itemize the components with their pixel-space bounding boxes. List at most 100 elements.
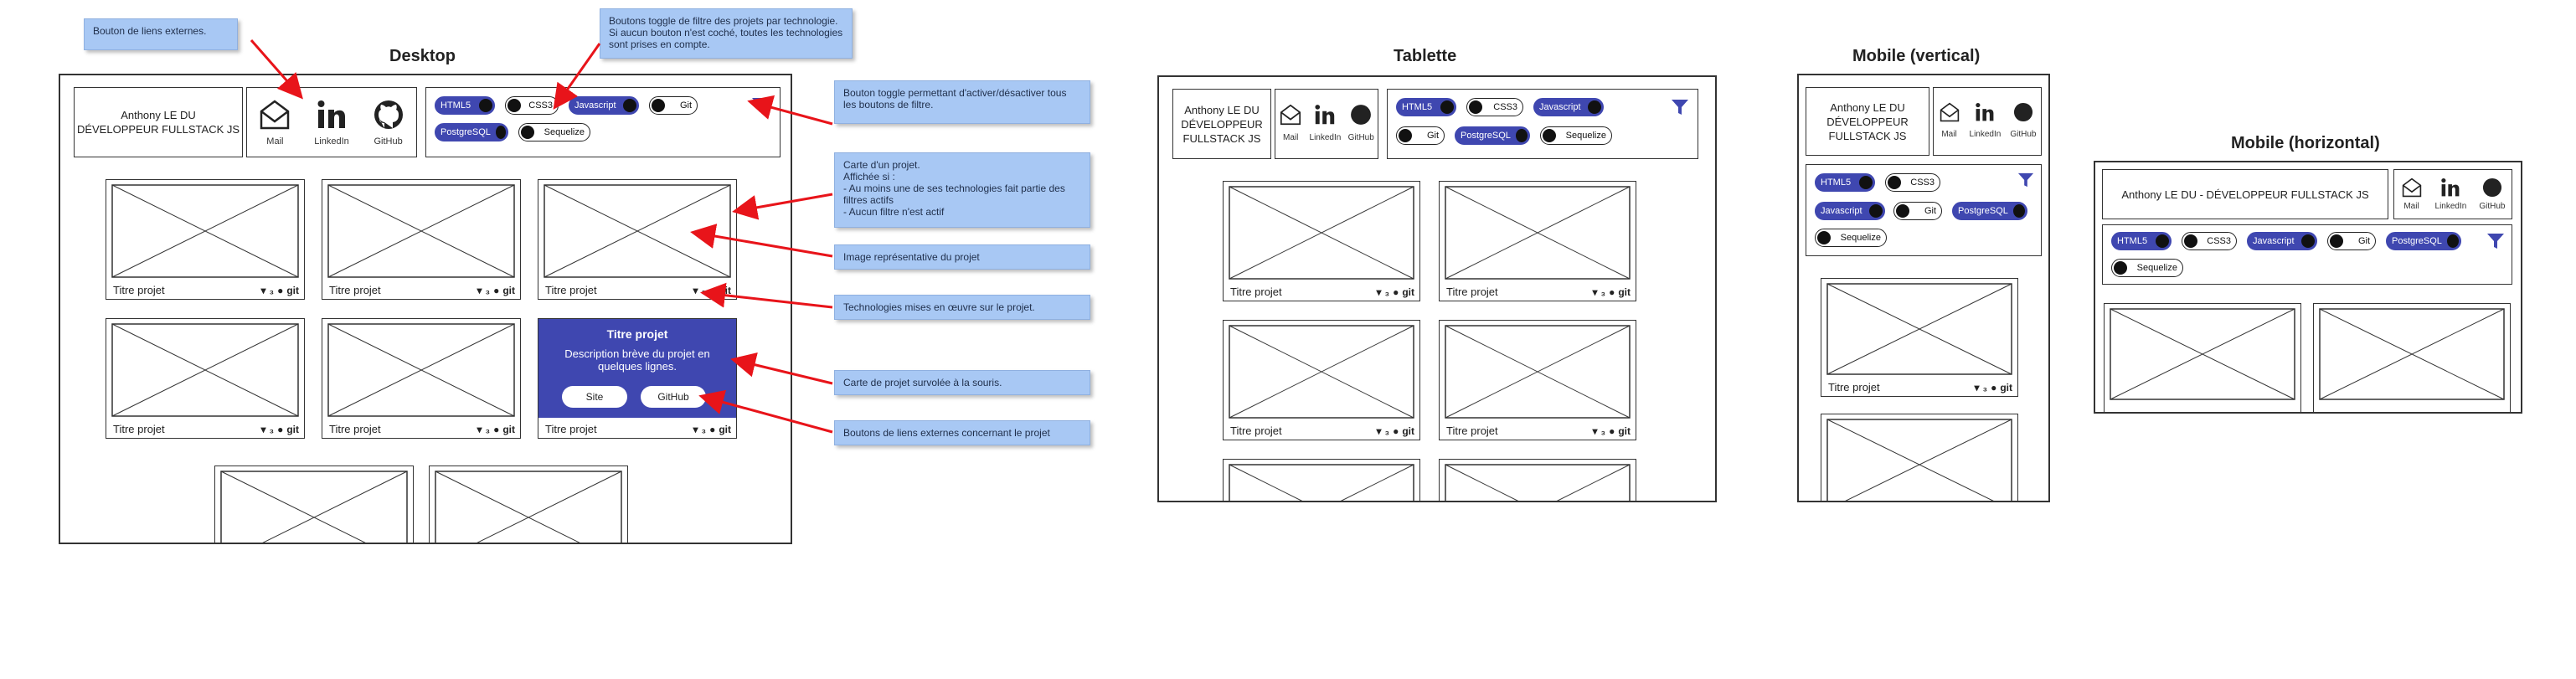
heading-tablet: Tablette <box>1394 47 1457 65</box>
filter-box: HTML5 CSS3 Javascript Git PostgreSQL Seq… <box>425 87 781 157</box>
project-card[interactable]: Titre projet ▾ ₃ ● git <box>1439 181 1636 301</box>
tech-icons: ▾ ₃ ● git <box>1376 286 1414 298</box>
filter-javascript[interactable]: Javascript <box>1533 98 1604 116</box>
note-hovered: Carte de projet survolée à la souris. <box>834 370 1090 395</box>
project-card[interactable]: Titre projet ▾ ₃ ● git <box>322 318 521 439</box>
filter-git[interactable]: Git <box>1396 126 1445 145</box>
project-title: Titre projet <box>1446 285 1498 298</box>
filter-sequelize[interactable]: Sequelize <box>518 123 590 141</box>
mail-link[interactable]: Mail <box>1279 103 1302 142</box>
project-card[interactable] <box>1821 414 2018 501</box>
github-icon: ● <box>277 285 284 296</box>
project-card[interactable]: Titre projet ▾ ₃ ● git <box>106 318 305 439</box>
mail-icon <box>260 100 290 130</box>
html5-icon: ▾ <box>1592 286 1598 298</box>
mail-icon <box>2402 177 2421 198</box>
mail-link[interactable]: Mail <box>258 98 291 147</box>
project-title: Titre projet <box>329 423 381 435</box>
project-title: Titre projet <box>113 423 165 435</box>
mail-link[interactable]: Mail <box>1939 101 1960 139</box>
github-button[interactable]: GitHub <box>641 386 706 408</box>
project-card[interactable] <box>2313 303 2511 412</box>
filter-html5[interactable]: HTML5 <box>1815 173 1875 192</box>
filter-sequelize[interactable]: Sequelize <box>2111 259 2183 277</box>
filter-postgresql[interactable]: PostgreSQL <box>435 123 508 141</box>
filter-sequelize[interactable]: Sequelize <box>1815 229 1887 247</box>
filter-postgresql[interactable]: PostgreSQL <box>1455 126 1530 145</box>
project-card[interactable] <box>429 466 628 543</box>
css3-icon: ₃ <box>701 285 707 296</box>
github-label: GitHub <box>374 136 403 147</box>
project-card[interactable]: Titre projet ▾ ₃ ● git <box>538 179 737 300</box>
project-card-hovered[interactable]: Titre projet Description brève du projet… <box>538 318 737 439</box>
filter-html5[interactable]: HTML5 <box>1396 98 1456 116</box>
filter-postgresql[interactable]: PostgreSQL <box>2386 232 2461 250</box>
project-card[interactable]: Titre projet ▾ ₃ ● git <box>1223 320 1420 440</box>
github-icon: ● <box>1991 382 1997 394</box>
project-title: Titre projet <box>545 423 597 435</box>
filter-javascript[interactable]: Javascript <box>1815 202 1885 220</box>
tech-icons: ▾ ₃ ● git <box>1592 425 1631 437</box>
project-card[interactable] <box>1223 459 1420 501</box>
project-image <box>1229 186 1414 280</box>
hover-description: Description brève du projet en quelques … <box>564 347 710 373</box>
filter-javascript[interactable]: Javascript <box>569 96 639 115</box>
github-icon <box>374 100 403 129</box>
project-card[interactable]: Titre projet ▾ ₃ ● git <box>1223 181 1420 301</box>
github-icon: ● <box>1393 286 1399 298</box>
tech-icons: ▾ ₃ ● git <box>693 285 731 296</box>
heading-mobile-vertical: Mobile (vertical) <box>1852 47 1981 65</box>
profile-box: Anthony LE DU - DÉVELOPPEUR FULLSTACK JS <box>2102 169 2388 219</box>
project-card[interactable]: Titre projet ▾ ₃ ● git <box>106 179 305 300</box>
note-external-links: Bouton de liens externes. <box>84 18 238 50</box>
project-card[interactable]: Titre projet ▾ ₃ ● git <box>322 179 521 300</box>
filter-icon[interactable] <box>2017 172 2034 188</box>
filter-css3[interactable]: CSS3 <box>2182 232 2237 250</box>
css3-icon: ₃ <box>485 424 491 435</box>
tech-icons: ▾ ₃ ● git <box>693 424 731 435</box>
filter-postgresql[interactable]: PostgreSQL <box>1952 202 2027 220</box>
profile-box: Anthony LE DU DÉVELOPPEUR FULLSTACK JS <box>74 87 243 157</box>
github-link[interactable]: GitHub <box>1348 103 1374 142</box>
filter-html5[interactable]: HTML5 <box>2111 232 2172 250</box>
project-card[interactable] <box>1439 459 1636 501</box>
git-label: git <box>1402 286 1414 298</box>
github-icon: ● <box>709 424 716 435</box>
linkedin-link[interactable]: LinkedIn <box>314 98 349 147</box>
linkedin-label: LinkedIn <box>314 136 349 147</box>
github-link[interactable]: GitHub <box>2479 177 2505 211</box>
project-card[interactable]: Titre projet ▾ ₃ ● git <box>1821 278 2018 397</box>
github-link[interactable]: GitHub <box>372 98 405 147</box>
tech-icons: ▾ ₃ ● git <box>260 424 299 435</box>
css3-icon: ₃ <box>701 424 707 435</box>
github-icon: ● <box>277 424 284 435</box>
filter-html5[interactable]: HTML5 <box>435 96 495 115</box>
github-link[interactable]: GitHub <box>2010 101 2036 139</box>
github-icon: ● <box>709 285 716 296</box>
filter-icon[interactable] <box>751 96 770 115</box>
github-icon <box>2482 177 2501 198</box>
filter-git[interactable]: Git <box>2327 232 2376 250</box>
filter-css3[interactable]: CSS3 <box>505 96 559 115</box>
css3-icon: ₃ <box>1384 286 1390 298</box>
project-title: Titre projet <box>113 284 165 296</box>
site-button[interactable]: Site <box>562 386 627 408</box>
mail-link[interactable]: Mail <box>2401 177 2423 211</box>
filter-css3[interactable]: CSS3 <box>1885 173 1940 192</box>
filter-git[interactable]: Git <box>1893 202 1942 220</box>
project-image <box>111 184 299 278</box>
filter-icon[interactable] <box>1671 98 1689 116</box>
project-image <box>2110 308 2295 400</box>
project-card[interactable] <box>214 466 414 543</box>
linkedin-link[interactable]: LinkedIn <box>2435 177 2466 211</box>
project-card[interactable] <box>2104 303 2301 412</box>
linkedin-link[interactable]: LinkedIn <box>1310 103 1341 142</box>
filter-javascript[interactable]: Javascript <box>2247 232 2317 250</box>
filter-sequelize[interactable]: Sequelize <box>1540 126 1612 145</box>
filter-icon[interactable] <box>2486 232 2505 250</box>
project-card[interactable]: Titre projet ▾ ₃ ● git <box>1439 320 1636 440</box>
linkedin-link[interactable]: LinkedIn <box>1970 101 2001 139</box>
linkedin-icon <box>1315 105 1335 125</box>
filter-git[interactable]: Git <box>649 96 698 115</box>
filter-css3[interactable]: CSS3 <box>1466 98 1523 116</box>
